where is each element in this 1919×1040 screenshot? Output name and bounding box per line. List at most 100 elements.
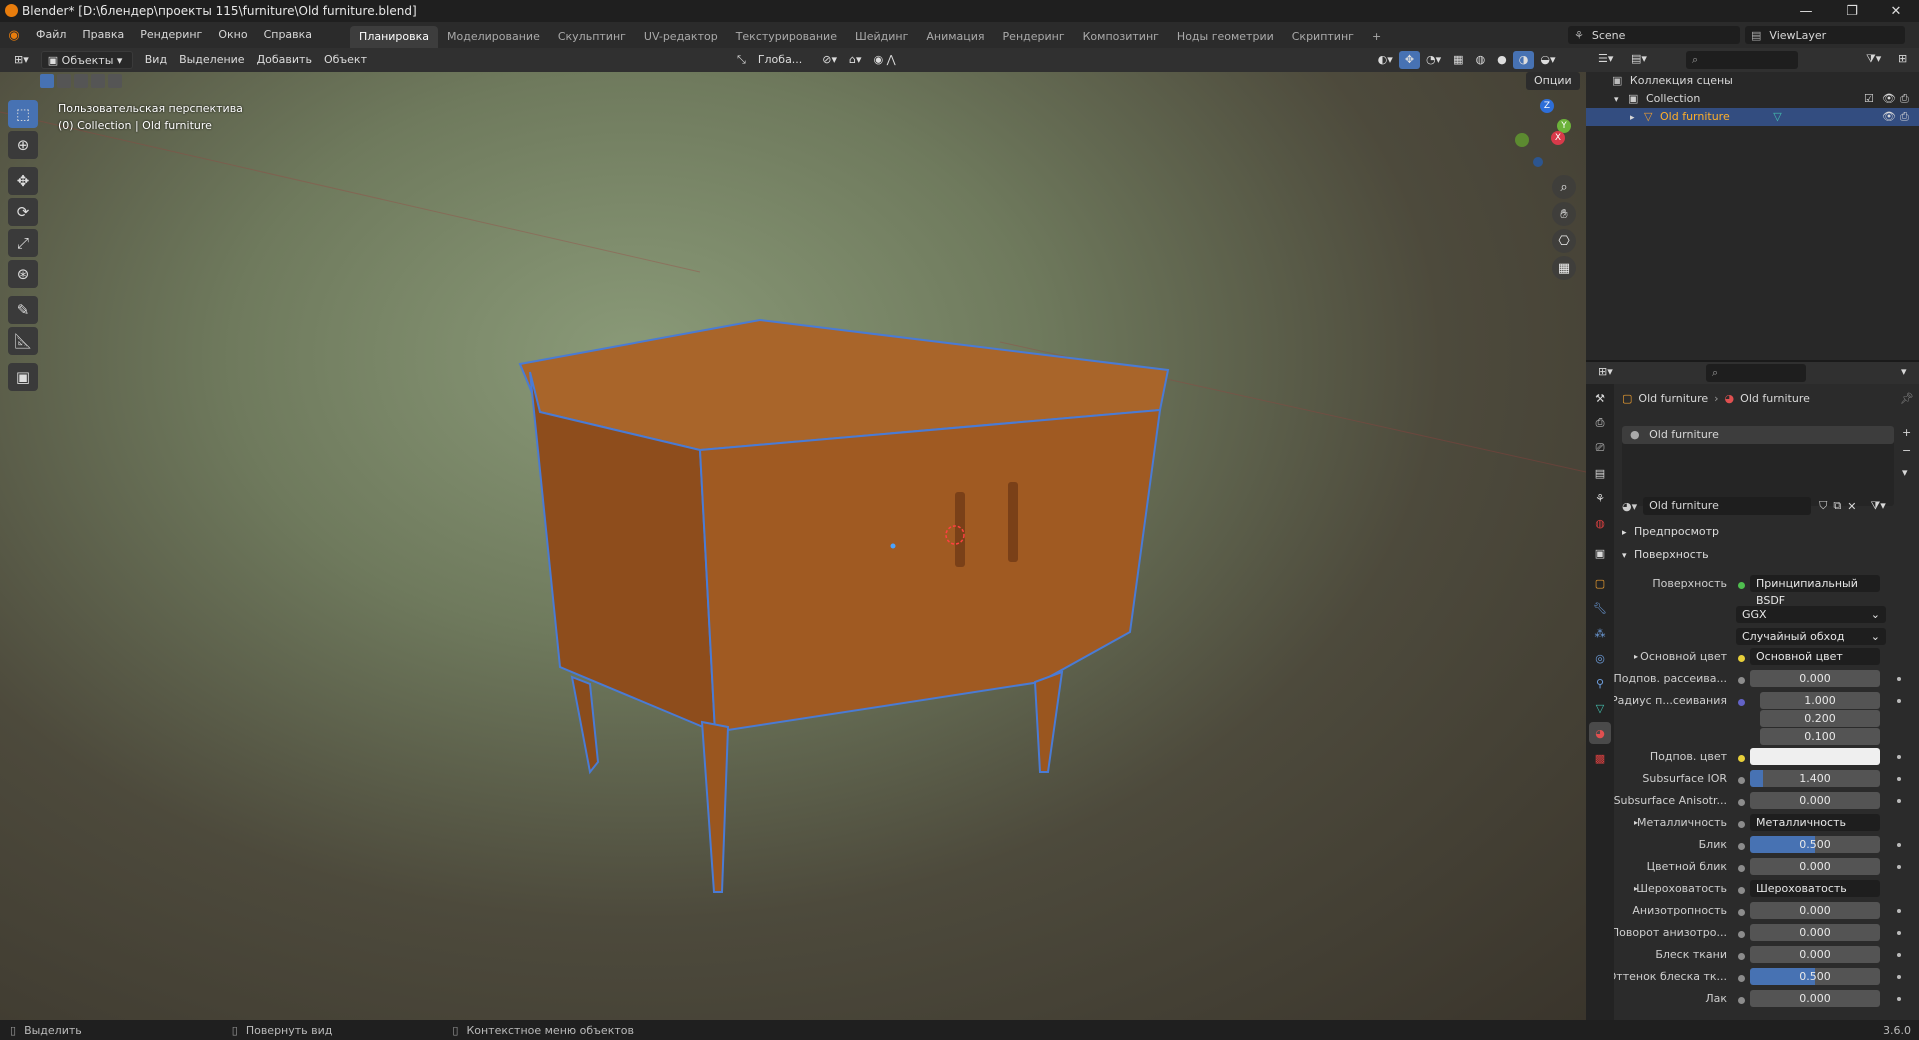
pivot-icon[interactable]: ⊘▾ bbox=[816, 51, 843, 69]
3d-viewport[interactable]: ⬚ ⊕ ✥ ⟳ ⤢ ⊛ ✎ 📐︎ ▣ Пользовательская перс… bbox=[0, 72, 1586, 1020]
float-socket-icon[interactable] bbox=[1738, 843, 1745, 850]
particles-tab-icon[interactable]: ⁂ bbox=[1589, 622, 1611, 644]
menu-render[interactable]: Рендеринг bbox=[132, 22, 210, 48]
float-socket-icon[interactable] bbox=[1738, 909, 1745, 916]
float-socket-icon[interactable] bbox=[1738, 799, 1745, 806]
select-invert-icon[interactable] bbox=[91, 74, 105, 88]
menu-select[interactable]: Выделение bbox=[173, 51, 251, 69]
keyframe-dot-icon[interactable] bbox=[1897, 777, 1901, 781]
gizmo-x-icon[interactable]: X bbox=[1551, 131, 1565, 145]
surface-shader-field[interactable]: Принципиальный BSDF bbox=[1750, 575, 1880, 607]
keyframe-dot-icon[interactable] bbox=[1897, 799, 1901, 803]
shading-material-icon[interactable]: ◑ bbox=[1512, 51, 1535, 69]
select-extend-icon[interactable] bbox=[57, 74, 71, 88]
data-tab-icon[interactable]: ▽ bbox=[1589, 697, 1611, 719]
visibility-eye-icon[interactable]: 👁︎ bbox=[1882, 108, 1896, 126]
render-camera-icon[interactable]: ⎙ bbox=[1900, 90, 1909, 108]
vector-socket-icon[interactable] bbox=[1738, 699, 1745, 706]
perspective-toggle-icon[interactable]: ▦ bbox=[1552, 256, 1576, 280]
add-workspace-button[interactable]: + bbox=[1363, 26, 1390, 48]
gizmo-toggle-icon[interactable]: ✥ bbox=[1398, 51, 1421, 69]
slot-specials-icon[interactable]: ▾ bbox=[1902, 466, 1908, 479]
color-socket-icon[interactable] bbox=[1738, 655, 1745, 662]
anisotropic-rotation-field[interactable]: 0.000 bbox=[1750, 924, 1880, 941]
keyframe-dot-icon[interactable] bbox=[1897, 953, 1901, 957]
object-tab-icon[interactable]: ▢ bbox=[1589, 572, 1611, 594]
float-socket-icon[interactable] bbox=[1738, 887, 1745, 894]
texture-tab-icon[interactable]: ▩ bbox=[1589, 747, 1611, 769]
editor-type-icon[interactable]: ⊞▾ bbox=[8, 51, 35, 69]
visibility-icon[interactable]: ◐▾ bbox=[1372, 51, 1399, 69]
camera-view-icon[interactable]: ⎔ bbox=[1552, 229, 1576, 253]
visibility-eye-icon[interactable]: 👁︎ bbox=[1882, 90, 1896, 108]
subsurface-ior-field[interactable]: 1.400 bbox=[1750, 770, 1880, 787]
select-intersect-icon[interactable] bbox=[108, 74, 122, 88]
tab-texture-paint[interactable]: Текстурирование bbox=[727, 26, 846, 48]
expand-arrow-icon[interactable]: ▸ bbox=[1630, 113, 1635, 123]
blender-menu-icon[interactable]: ◉ bbox=[0, 28, 28, 43]
duplicate-material-icon[interactable]: ⧉ bbox=[1833, 499, 1841, 513]
shading-rendered-icon[interactable]: ◒▾ bbox=[1534, 51, 1561, 69]
specular-field[interactable]: 0.500 bbox=[1750, 836, 1880, 853]
color-socket-icon[interactable] bbox=[1738, 755, 1745, 762]
scene-selector[interactable]: ⚘ Scene bbox=[1568, 26, 1740, 44]
unlink-material-icon[interactable]: ✕ bbox=[1847, 500, 1856, 513]
properties-search-input[interactable]: ⌕ bbox=[1706, 364, 1806, 382]
tab-modeling[interactable]: Моделирование bbox=[438, 26, 549, 48]
tab-scripting[interactable]: Скриптинг bbox=[1283, 26, 1363, 48]
scale-tool-icon[interactable]: ⤢ bbox=[8, 229, 38, 257]
float-socket-icon[interactable] bbox=[1738, 953, 1745, 960]
zoom-icon[interactable]: ⌕ bbox=[1552, 175, 1576, 199]
select-subtract-icon[interactable] bbox=[74, 74, 88, 88]
minimize-button[interactable]: — bbox=[1783, 0, 1829, 22]
subsurface-method-dropdown[interactable]: Случайный обход ⌄ bbox=[1736, 628, 1886, 645]
node-filter-icon[interactable]: ⧩▾ bbox=[1870, 499, 1885, 513]
subsurface-color-swatch[interactable] bbox=[1750, 748, 1880, 765]
subsurface-radius-z-field[interactable]: 0.100 bbox=[1760, 728, 1880, 745]
tab-rendering[interactable]: Рендеринг bbox=[994, 26, 1074, 48]
tool-tab-icon[interactable]: ⚒ bbox=[1589, 387, 1611, 409]
clearcoat-field[interactable]: 0.000 bbox=[1750, 990, 1880, 1007]
maximize-button[interactable]: ❐ bbox=[1829, 0, 1875, 22]
output-tab-icon[interactable]: ⎚ bbox=[1589, 437, 1611, 459]
expand-arrow-icon[interactable]: ▸ bbox=[1634, 652, 1638, 661]
sheen-tint-field[interactable]: 0.500 bbox=[1750, 968, 1880, 985]
scene-tab-icon[interactable]: ⚘ bbox=[1589, 487, 1611, 509]
menu-help[interactable]: Справка bbox=[256, 22, 320, 48]
metallic-link-field[interactable]: Металличность bbox=[1750, 814, 1880, 831]
keyframe-dot-icon[interactable] bbox=[1897, 975, 1901, 979]
outliner-search-input[interactable]: ⌕ bbox=[1686, 51, 1798, 69]
new-collection-icon[interactable]: ⊞ bbox=[1898, 52, 1907, 65]
menu-add[interactable]: Добавить bbox=[251, 51, 318, 69]
filter-icon[interactable]: ⧩▾ bbox=[1866, 52, 1881, 66]
select-box-tool-icon[interactable]: ⬚ bbox=[8, 100, 38, 128]
browse-material-icon[interactable]: ◕▾ bbox=[1622, 500, 1637, 513]
subsurface-field[interactable]: 0.000 bbox=[1750, 670, 1880, 687]
add-slot-icon[interactable]: + bbox=[1902, 426, 1911, 439]
modifier-tab-icon[interactable]: 🔧︎ bbox=[1589, 597, 1611, 619]
gizmo-neg-y-icon[interactable] bbox=[1515, 133, 1529, 147]
outliner-row-collection[interactable]: ▾ ▣ Collection ☑ 👁︎ ⎙ bbox=[1586, 90, 1919, 108]
view-layer-selector[interactable]: ▤ ViewLayer bbox=[1745, 26, 1905, 44]
display-mode-icon[interactable]: ▤▾ bbox=[1631, 52, 1647, 65]
keyframe-dot-icon[interactable] bbox=[1897, 909, 1901, 913]
collapse-arrow-icon[interactable]: ▾ bbox=[1614, 95, 1619, 105]
constraints-tab-icon[interactable]: ⚲ bbox=[1589, 672, 1611, 694]
float-socket-icon[interactable] bbox=[1738, 975, 1745, 982]
pan-hand-icon[interactable]: ✋︎ bbox=[1552, 202, 1576, 226]
material-slot-list[interactable]: ● Old furniture bbox=[1622, 426, 1894, 506]
material-name-field[interactable]: Old furniture bbox=[1643, 497, 1812, 515]
rotate-tool-icon[interactable]: ⟳ bbox=[8, 198, 38, 226]
render-camera-icon[interactable]: ⎙ bbox=[1900, 108, 1909, 126]
options-button[interactable]: Опции bbox=[1526, 72, 1580, 90]
float-socket-icon[interactable] bbox=[1738, 777, 1745, 784]
subsurface-radius-y-field[interactable]: 0.200 bbox=[1760, 710, 1880, 727]
material-tab-icon[interactable]: ◕ bbox=[1589, 722, 1611, 744]
orientation-selector[interactable]: Глоба... bbox=[752, 51, 808, 69]
roughness-link-field[interactable]: Шероховатость bbox=[1750, 880, 1880, 897]
subsurface-radius-x-field[interactable]: 1.000 bbox=[1760, 692, 1880, 709]
view-layer-tab-icon[interactable]: ▤ bbox=[1589, 462, 1611, 484]
menu-window[interactable]: Окно bbox=[210, 22, 255, 48]
tab-uv-editing[interactable]: UV-редактор bbox=[635, 26, 727, 48]
shading-wireframe-icon[interactable]: ◍ bbox=[1470, 51, 1492, 69]
